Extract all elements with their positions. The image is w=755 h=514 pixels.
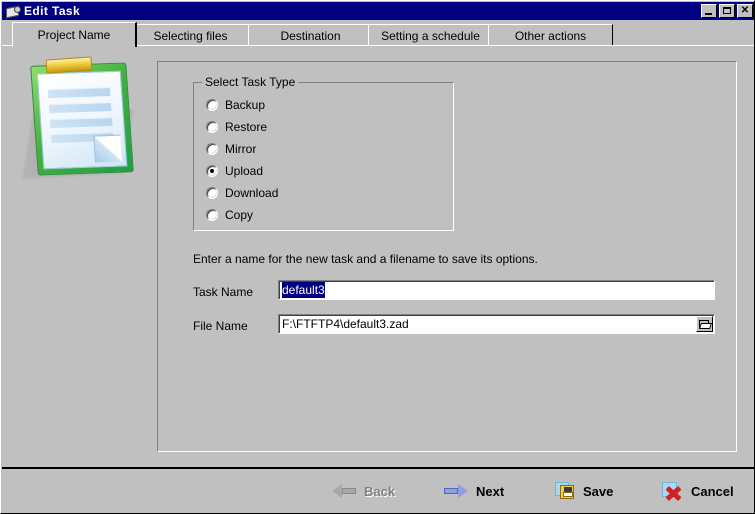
radio-mirror[interactable]: Mirror: [206, 141, 256, 157]
title-bar: Edit Task ✕: [2, 2, 754, 20]
back-button: Back: [332, 477, 395, 505]
tab-selecting-files[interactable]: Selecting files: [128, 24, 253, 46]
tab-setting-a-schedule[interactable]: Setting a schedule: [368, 24, 493, 46]
radio-copy[interactable]: Copy: [206, 207, 253, 223]
file-name-value: F:\FTFTP4\default3.zad: [282, 317, 409, 331]
tab-label: Destination: [280, 28, 341, 43]
task-name-input[interactable]: default3: [278, 280, 715, 300]
task-name-label: Task Name: [193, 285, 254, 299]
radio-label: Mirror: [225, 142, 257, 156]
radio-indicator-icon[interactable]: [206, 121, 218, 133]
tab-label: Other actions: [514, 28, 587, 43]
tab-destination[interactable]: Destination: [248, 24, 373, 46]
floppy-disk-icon: [555, 482, 575, 500]
arrow-left-icon: [332, 484, 356, 498]
open-folder-icon: [698, 319, 712, 329]
select-task-type-group: Select Task Type Backup Restore Mirror Uplo…: [193, 76, 454, 231]
file-name-input[interactable]: F:\FTFTP4\default3.zad: [278, 314, 715, 334]
radio-upload[interactable]: Upload: [206, 163, 263, 179]
radio-label: Download: [225, 186, 279, 200]
radio-restore[interactable]: Restore: [206, 119, 267, 135]
radio-indicator-icon[interactable]: [206, 165, 218, 177]
arrow-right-icon: [444, 484, 468, 498]
clipboard-icon: [20, 56, 148, 180]
tab-label: Selecting files: [153, 28, 228, 43]
radio-indicator-icon[interactable]: [206, 209, 218, 221]
footer-button-label: Back: [364, 483, 396, 499]
window-controls: ✕: [701, 4, 753, 18]
edit-task-window: Edit Task ✕ Project Name Selecting files D…: [0, 0, 755, 514]
project-name-panel: Select Task Type Backup Restore Mirror Uplo…: [157, 61, 737, 452]
tab-label: Setting a schedule: [381, 28, 480, 43]
browse-file-button[interactable]: [696, 316, 713, 332]
save-button[interactable]: Save: [555, 477, 613, 505]
group-title: Select Task Type: [202, 76, 299, 88]
footer-button-label: Cancel: [691, 483, 734, 499]
footer-button-label: Save: [583, 483, 614, 499]
cancel-button[interactable]: Cancel: [662, 477, 734, 505]
footer-button-label: Next: [476, 483, 505, 499]
maximize-button[interactable]: [719, 4, 735, 18]
tab-other-actions[interactable]: Other actions: [488, 24, 613, 46]
radio-indicator-icon[interactable]: [206, 99, 218, 111]
task-name-value: default3: [282, 282, 325, 298]
radio-label: Upload: [225, 164, 264, 178]
radio-label: Restore: [225, 120, 268, 134]
close-icon: ✕: [740, 5, 750, 16]
tab-strip: Project Name Selecting files Destination Se…: [2, 20, 754, 47]
radio-download[interactable]: Download: [206, 185, 278, 201]
radio-backup[interactable]: Backup: [206, 97, 265, 113]
radio-indicator-icon[interactable]: [206, 187, 218, 199]
tab-label: Project Name: [37, 28, 111, 42]
radio-indicator-icon[interactable]: [206, 143, 218, 155]
close-button[interactable]: ✕: [737, 4, 753, 18]
delete-x-icon: [662, 482, 683, 502]
tab-project-name[interactable]: Project Name: [12, 22, 137, 47]
radio-label: Copy: [225, 208, 254, 222]
file-name-label: File Name: [193, 319, 248, 333]
tab-content-project-name: Select Task Type Backup Restore Mirror Uplo…: [2, 45, 754, 467]
radio-label: Backup: [225, 98, 266, 112]
wizard-footer: Back Next Save Cancel: [2, 467, 754, 513]
minimize-button[interactable]: [701, 4, 717, 18]
camera-icon: [5, 4, 21, 19]
window-title: Edit Task: [24, 4, 81, 18]
instruction-text: Enter a name for the new task and a file…: [193, 252, 538, 266]
next-button[interactable]: Next: [444, 477, 504, 505]
